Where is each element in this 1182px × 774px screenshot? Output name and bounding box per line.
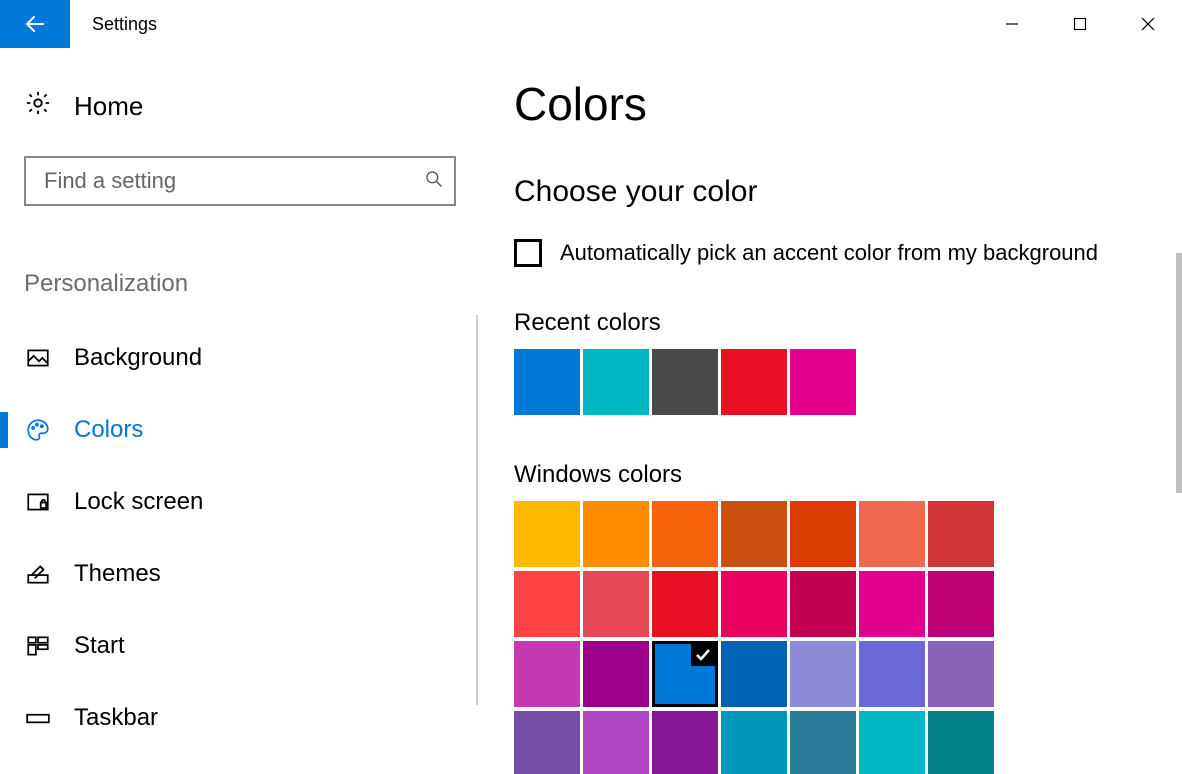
title-bar: Settings [0, 0, 1182, 49]
search-box[interactable] [24, 156, 456, 206]
windows-color-swatch[interactable] [583, 641, 649, 707]
windows-color-swatch[interactable] [514, 501, 580, 567]
windows-color-swatch[interactable] [859, 641, 925, 707]
recent-color-swatch[interactable] [514, 349, 580, 415]
windows-color-swatch[interactable] [859, 501, 925, 567]
gear-icon [24, 89, 52, 124]
recent-color-swatch[interactable] [583, 349, 649, 415]
checkmark-icon [691, 644, 715, 666]
sidebar: Home Personalization Background Colors Loc… [0, 85, 490, 774]
auto-pick-label: Automatically pick an accent color from … [560, 240, 1098, 266]
minimize-button[interactable] [978, 0, 1046, 48]
scrollbar-thumb[interactable] [1176, 253, 1182, 493]
recent-color-swatch[interactable] [790, 349, 856, 415]
windows-color-swatch[interactable] [652, 711, 718, 774]
window-title: Settings [70, 0, 157, 48]
windows-color-swatch[interactable] [721, 711, 787, 774]
sidebar-item-label: Lock screen [74, 488, 203, 516]
sidebar-item-label: Colors [74, 416, 143, 444]
auto-pick-checkbox[interactable]: Automatically pick an accent color from … [514, 239, 1182, 267]
sidebar-section-label: Personalization [24, 270, 490, 298]
windows-color-swatch[interactable] [514, 571, 580, 637]
background-icon [24, 345, 52, 371]
sidebar-divider [476, 315, 478, 705]
windows-color-swatch[interactable] [859, 711, 925, 774]
windows-colors-grid [514, 501, 1064, 774]
windows-color-swatch[interactable] [721, 501, 787, 567]
windows-color-swatch[interactable] [652, 501, 718, 567]
windows-color-swatch[interactable] [583, 711, 649, 774]
recent-colors-row [514, 349, 1064, 419]
scrollbar-track[interactable] [1176, 85, 1182, 774]
windows-color-swatch[interactable] [583, 501, 649, 567]
home-label: Home [74, 91, 143, 122]
content-area: Colors Choose your color Automatically p… [490, 85, 1182, 774]
themes-icon [24, 561, 52, 587]
windows-color-swatch[interactable] [790, 641, 856, 707]
windows-color-swatch[interactable] [652, 571, 718, 637]
maximize-button[interactable] [1046, 0, 1114, 48]
windows-color-swatch[interactable] [514, 641, 580, 707]
windows-color-swatch[interactable] [514, 711, 580, 774]
sidebar-item-lockscreen[interactable]: Lock screen [24, 466, 490, 538]
windows-color-swatch[interactable] [652, 641, 718, 707]
windows-color-swatch[interactable] [928, 571, 994, 637]
windows-color-swatch[interactable] [790, 711, 856, 774]
home-button[interactable]: Home [24, 85, 490, 142]
sidebar-item-label: Taskbar [74, 704, 158, 732]
close-button[interactable] [1114, 0, 1182, 48]
sidebar-item-taskbar[interactable]: Taskbar [24, 682, 490, 754]
windows-color-swatch[interactable] [859, 571, 925, 637]
lockscreen-icon [24, 489, 52, 515]
windows-color-swatch[interactable] [928, 641, 994, 707]
search-input[interactable] [42, 167, 424, 195]
windows-color-swatch[interactable] [721, 571, 787, 637]
sidebar-item-label: Themes [74, 560, 161, 588]
sidebar-item-background[interactable]: Background [24, 322, 490, 394]
windows-colors-label: Windows colors [514, 461, 1182, 489]
sidebar-item-label: Start [74, 632, 125, 660]
page-subtitle: Choose your color [514, 175, 1182, 209]
checkbox-box [514, 239, 542, 267]
windows-color-swatch[interactable] [790, 501, 856, 567]
colors-icon [24, 417, 52, 443]
sidebar-item-themes[interactable]: Themes [24, 538, 490, 610]
recent-color-swatch[interactable] [652, 349, 718, 415]
recent-color-swatch[interactable] [721, 349, 787, 415]
recent-colors-label: Recent colors [514, 309, 1182, 337]
windows-color-swatch[interactable] [583, 571, 649, 637]
sidebar-item-start[interactable]: Start [24, 610, 490, 682]
sidebar-item-label: Background [74, 344, 202, 372]
windows-color-swatch[interactable] [790, 571, 856, 637]
windows-color-swatch[interactable] [928, 711, 994, 774]
taskbar-icon [24, 705, 52, 731]
page-title: Colors [514, 77, 1182, 131]
active-indicator [0, 412, 8, 448]
start-icon [24, 633, 52, 659]
windows-color-swatch[interactable] [928, 501, 994, 567]
sidebar-item-colors[interactable]: Colors [24, 394, 490, 466]
back-button[interactable] [0, 0, 70, 48]
windows-color-swatch[interactable] [721, 641, 787, 707]
search-icon [424, 169, 444, 194]
